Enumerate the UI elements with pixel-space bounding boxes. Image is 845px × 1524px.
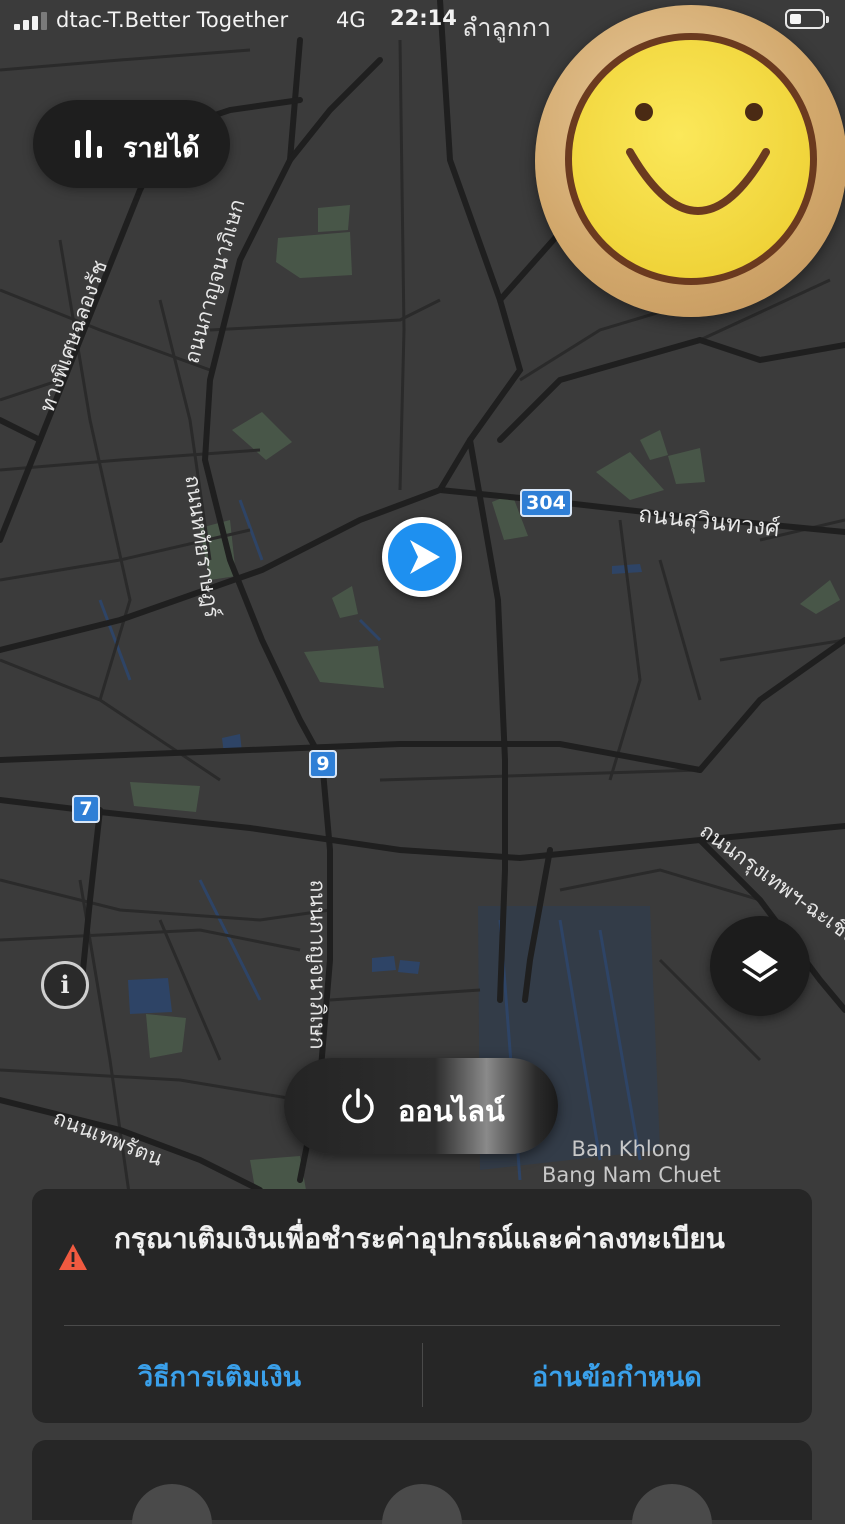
network-type: 4G	[336, 8, 366, 32]
notice-link-divider	[422, 1343, 423, 1407]
smiley-sticker	[535, 5, 845, 317]
current-location-marker[interactable]	[382, 517, 462, 597]
navigation-arrow-icon	[388, 523, 456, 591]
notice-message: กรุณาเติมเงินเพื่อชำระค่าอุปกรณ์และค่าลง…	[114, 1222, 725, 1255]
bottom-menu-card	[32, 1440, 812, 1524]
signal-strength-icon	[14, 12, 48, 30]
road-label: ลำลูกกา	[462, 13, 551, 42]
route-shield: 304	[520, 489, 572, 517]
bottom-menu-item[interactable]	[382, 1484, 462, 1524]
battery-icon	[785, 9, 829, 29]
route-shield: 7	[72, 795, 100, 823]
power-icon	[342, 1088, 374, 1124]
bar-chart-icon	[75, 130, 105, 158]
layers-button[interactable]	[710, 916, 810, 1016]
earnings-button[interactable]: รายได้	[33, 100, 230, 188]
smiley-face-icon	[565, 33, 817, 285]
layers-icon	[742, 950, 778, 982]
route-shield: 9	[309, 750, 337, 778]
bottom-menu-item[interactable]	[132, 1484, 212, 1524]
how-to-top-up-link[interactable]: วิธีการเติมเงิน	[138, 1355, 301, 1398]
read-terms-link[interactable]: อ่านข้อกำหนด	[532, 1355, 702, 1398]
online-label: ออนไลน์	[398, 1094, 505, 1128]
bottom-menu-item[interactable]	[632, 1484, 712, 1524]
warning-icon	[59, 1244, 87, 1270]
info-button[interactable]: i	[41, 961, 89, 1009]
road-label: ถนนกาญจนาภิเษก	[305, 879, 330, 1050]
top-up-notice-card: กรุณาเติมเงินเพื่อชำระค่าอุปกรณ์และค่าลง…	[32, 1189, 812, 1423]
earnings-label: รายได้	[123, 133, 200, 164]
place-label-line: Bang Nam Chuet	[542, 1163, 721, 1187]
place-label-line: Ban Khlong	[571, 1137, 692, 1161]
clock: 22:14	[390, 6, 457, 30]
place-label: Ban Khlong Bang Nam Chuet	[542, 1136, 721, 1188]
carrier-name: dtac-T.Better Together	[56, 8, 289, 32]
notice-divider	[64, 1325, 780, 1326]
go-online-button[interactable]: ออนไลน์	[284, 1058, 558, 1154]
